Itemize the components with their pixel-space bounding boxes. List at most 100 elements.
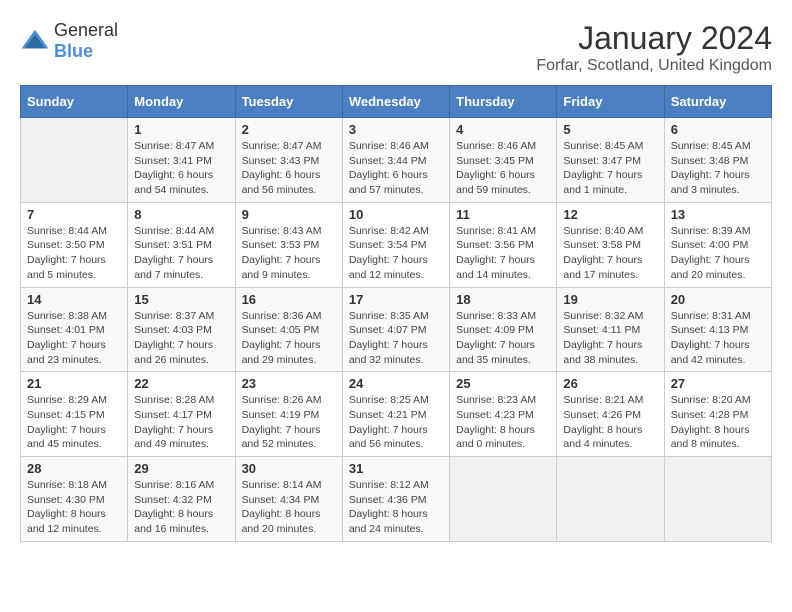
calendar-cell: 14 Sunrise: 8:38 AMSunset: 4:01 PMDaylig… [21, 287, 128, 372]
day-number: 14 [27, 292, 121, 307]
day-info: Sunrise: 8:36 AMSunset: 4:05 PMDaylight:… [242, 309, 336, 368]
day-info: Sunrise: 8:44 AMSunset: 3:50 PMDaylight:… [27, 224, 121, 283]
day-info: Sunrise: 8:45 AMSunset: 3:48 PMDaylight:… [671, 139, 765, 198]
day-number: 26 [563, 376, 657, 391]
header-friday: Friday [557, 86, 664, 118]
header-monday: Monday [128, 86, 235, 118]
header-tuesday: Tuesday [235, 86, 342, 118]
day-info: Sunrise: 8:45 AMSunset: 3:47 PMDaylight:… [563, 139, 657, 198]
day-info: Sunrise: 8:31 AMSunset: 4:13 PMDaylight:… [671, 309, 765, 368]
calendar-week-5: 28 Sunrise: 8:18 AMSunset: 4:30 PMDaylig… [21, 457, 772, 542]
day-number: 30 [242, 461, 336, 476]
logo-icon [20, 26, 50, 56]
day-number: 23 [242, 376, 336, 391]
calendar-cell: 8 Sunrise: 8:44 AMSunset: 3:51 PMDayligh… [128, 202, 235, 287]
header: General Blue January 2024 Forfar, Scotla… [20, 20, 772, 75]
calendar-cell: 20 Sunrise: 8:31 AMSunset: 4:13 PMDaylig… [664, 287, 771, 372]
day-info: Sunrise: 8:39 AMSunset: 4:00 PMDaylight:… [671, 224, 765, 283]
day-number: 19 [563, 292, 657, 307]
calendar-cell: 19 Sunrise: 8:32 AMSunset: 4:11 PMDaylig… [557, 287, 664, 372]
calendar-cell: 26 Sunrise: 8:21 AMSunset: 4:26 PMDaylig… [557, 372, 664, 457]
day-number: 9 [242, 207, 336, 222]
calendar-cell: 9 Sunrise: 8:43 AMSunset: 3:53 PMDayligh… [235, 202, 342, 287]
calendar-cell [450, 457, 557, 542]
day-number: 21 [27, 376, 121, 391]
day-info: Sunrise: 8:40 AMSunset: 3:58 PMDaylight:… [563, 224, 657, 283]
calendar-cell: 1 Sunrise: 8:47 AMSunset: 3:41 PMDayligh… [128, 118, 235, 203]
calendar-cell: 4 Sunrise: 8:46 AMSunset: 3:45 PMDayligh… [450, 118, 557, 203]
day-info: Sunrise: 8:43 AMSunset: 3:53 PMDaylight:… [242, 224, 336, 283]
calendar-cell: 23 Sunrise: 8:26 AMSunset: 4:19 PMDaylig… [235, 372, 342, 457]
calendar-cell: 11 Sunrise: 8:41 AMSunset: 3:56 PMDaylig… [450, 202, 557, 287]
calendar-week-1: 1 Sunrise: 8:47 AMSunset: 3:41 PMDayligh… [21, 118, 772, 203]
day-info: Sunrise: 8:20 AMSunset: 4:28 PMDaylight:… [671, 393, 765, 452]
day-number: 4 [456, 122, 550, 137]
day-number: 24 [349, 376, 443, 391]
day-info: Sunrise: 8:18 AMSunset: 4:30 PMDaylight:… [27, 478, 121, 537]
day-info: Sunrise: 8:33 AMSunset: 4:09 PMDaylight:… [456, 309, 550, 368]
day-info: Sunrise: 8:38 AMSunset: 4:01 PMDaylight:… [27, 309, 121, 368]
calendar-cell [664, 457, 771, 542]
calendar-cell: 22 Sunrise: 8:28 AMSunset: 4:17 PMDaylig… [128, 372, 235, 457]
day-info: Sunrise: 8:46 AMSunset: 3:45 PMDaylight:… [456, 139, 550, 198]
calendar-cell: 13 Sunrise: 8:39 AMSunset: 4:00 PMDaylig… [664, 202, 771, 287]
calendar-cell: 29 Sunrise: 8:16 AMSunset: 4:32 PMDaylig… [128, 457, 235, 542]
day-info: Sunrise: 8:44 AMSunset: 3:51 PMDaylight:… [134, 224, 228, 283]
day-info: Sunrise: 8:12 AMSunset: 4:36 PMDaylight:… [349, 478, 443, 537]
calendar-cell: 30 Sunrise: 8:14 AMSunset: 4:34 PMDaylig… [235, 457, 342, 542]
calendar-cell: 24 Sunrise: 8:25 AMSunset: 4:21 PMDaylig… [342, 372, 449, 457]
day-number: 15 [134, 292, 228, 307]
logo: General Blue [20, 20, 118, 62]
day-info: Sunrise: 8:26 AMSunset: 4:19 PMDaylight:… [242, 393, 336, 452]
day-number: 17 [349, 292, 443, 307]
day-info: Sunrise: 8:23 AMSunset: 4:23 PMDaylight:… [456, 393, 550, 452]
header-thursday: Thursday [450, 86, 557, 118]
day-info: Sunrise: 8:25 AMSunset: 4:21 PMDaylight:… [349, 393, 443, 452]
day-info: Sunrise: 8:42 AMSunset: 3:54 PMDaylight:… [349, 224, 443, 283]
day-info: Sunrise: 8:29 AMSunset: 4:15 PMDaylight:… [27, 393, 121, 452]
day-info: Sunrise: 8:47 AMSunset: 3:41 PMDaylight:… [134, 139, 228, 198]
header-wednesday: Wednesday [342, 86, 449, 118]
day-number: 27 [671, 376, 765, 391]
day-info: Sunrise: 8:32 AMSunset: 4:11 PMDaylight:… [563, 309, 657, 368]
day-info: Sunrise: 8:14 AMSunset: 4:34 PMDaylight:… [242, 478, 336, 537]
calendar-cell: 5 Sunrise: 8:45 AMSunset: 3:47 PMDayligh… [557, 118, 664, 203]
calendar-cell: 16 Sunrise: 8:36 AMSunset: 4:05 PMDaylig… [235, 287, 342, 372]
calendar-cell: 18 Sunrise: 8:33 AMSunset: 4:09 PMDaylig… [450, 287, 557, 372]
calendar-week-2: 7 Sunrise: 8:44 AMSunset: 3:50 PMDayligh… [21, 202, 772, 287]
day-info: Sunrise: 8:35 AMSunset: 4:07 PMDaylight:… [349, 309, 443, 368]
day-number: 3 [349, 122, 443, 137]
calendar-cell: 27 Sunrise: 8:20 AMSunset: 4:28 PMDaylig… [664, 372, 771, 457]
day-info: Sunrise: 8:37 AMSunset: 4:03 PMDaylight:… [134, 309, 228, 368]
day-info: Sunrise: 8:46 AMSunset: 3:44 PMDaylight:… [349, 139, 443, 198]
day-info: Sunrise: 8:21 AMSunset: 4:26 PMDaylight:… [563, 393, 657, 452]
day-number: 29 [134, 461, 228, 476]
day-number: 20 [671, 292, 765, 307]
header-sunday: Sunday [21, 86, 128, 118]
calendar-cell: 6 Sunrise: 8:45 AMSunset: 3:48 PMDayligh… [664, 118, 771, 203]
calendar-table: Sunday Monday Tuesday Wednesday Thursday… [20, 85, 772, 542]
day-number: 11 [456, 207, 550, 222]
calendar-cell: 3 Sunrise: 8:46 AMSunset: 3:44 PMDayligh… [342, 118, 449, 203]
calendar-week-4: 21 Sunrise: 8:29 AMSunset: 4:15 PMDaylig… [21, 372, 772, 457]
logo-blue: Blue [54, 41, 93, 61]
day-number: 22 [134, 376, 228, 391]
day-number: 28 [27, 461, 121, 476]
calendar-cell: 10 Sunrise: 8:42 AMSunset: 3:54 PMDaylig… [342, 202, 449, 287]
day-number: 10 [349, 207, 443, 222]
day-info: Sunrise: 8:16 AMSunset: 4:32 PMDaylight:… [134, 478, 228, 537]
day-number: 7 [27, 207, 121, 222]
calendar-cell: 15 Sunrise: 8:37 AMSunset: 4:03 PMDaylig… [128, 287, 235, 372]
day-number: 2 [242, 122, 336, 137]
calendar-cell: 7 Sunrise: 8:44 AMSunset: 3:50 PMDayligh… [21, 202, 128, 287]
subtitle: Forfar, Scotland, United Kingdom [536, 57, 772, 75]
day-number: 12 [563, 207, 657, 222]
day-number: 8 [134, 207, 228, 222]
day-number: 5 [563, 122, 657, 137]
day-info: Sunrise: 8:47 AMSunset: 3:43 PMDaylight:… [242, 139, 336, 198]
main-title: January 2024 [536, 20, 772, 57]
calendar-cell [21, 118, 128, 203]
calendar-cell: 31 Sunrise: 8:12 AMSunset: 4:36 PMDaylig… [342, 457, 449, 542]
calendar-cell [557, 457, 664, 542]
calendar-cell: 25 Sunrise: 8:23 AMSunset: 4:23 PMDaylig… [450, 372, 557, 457]
